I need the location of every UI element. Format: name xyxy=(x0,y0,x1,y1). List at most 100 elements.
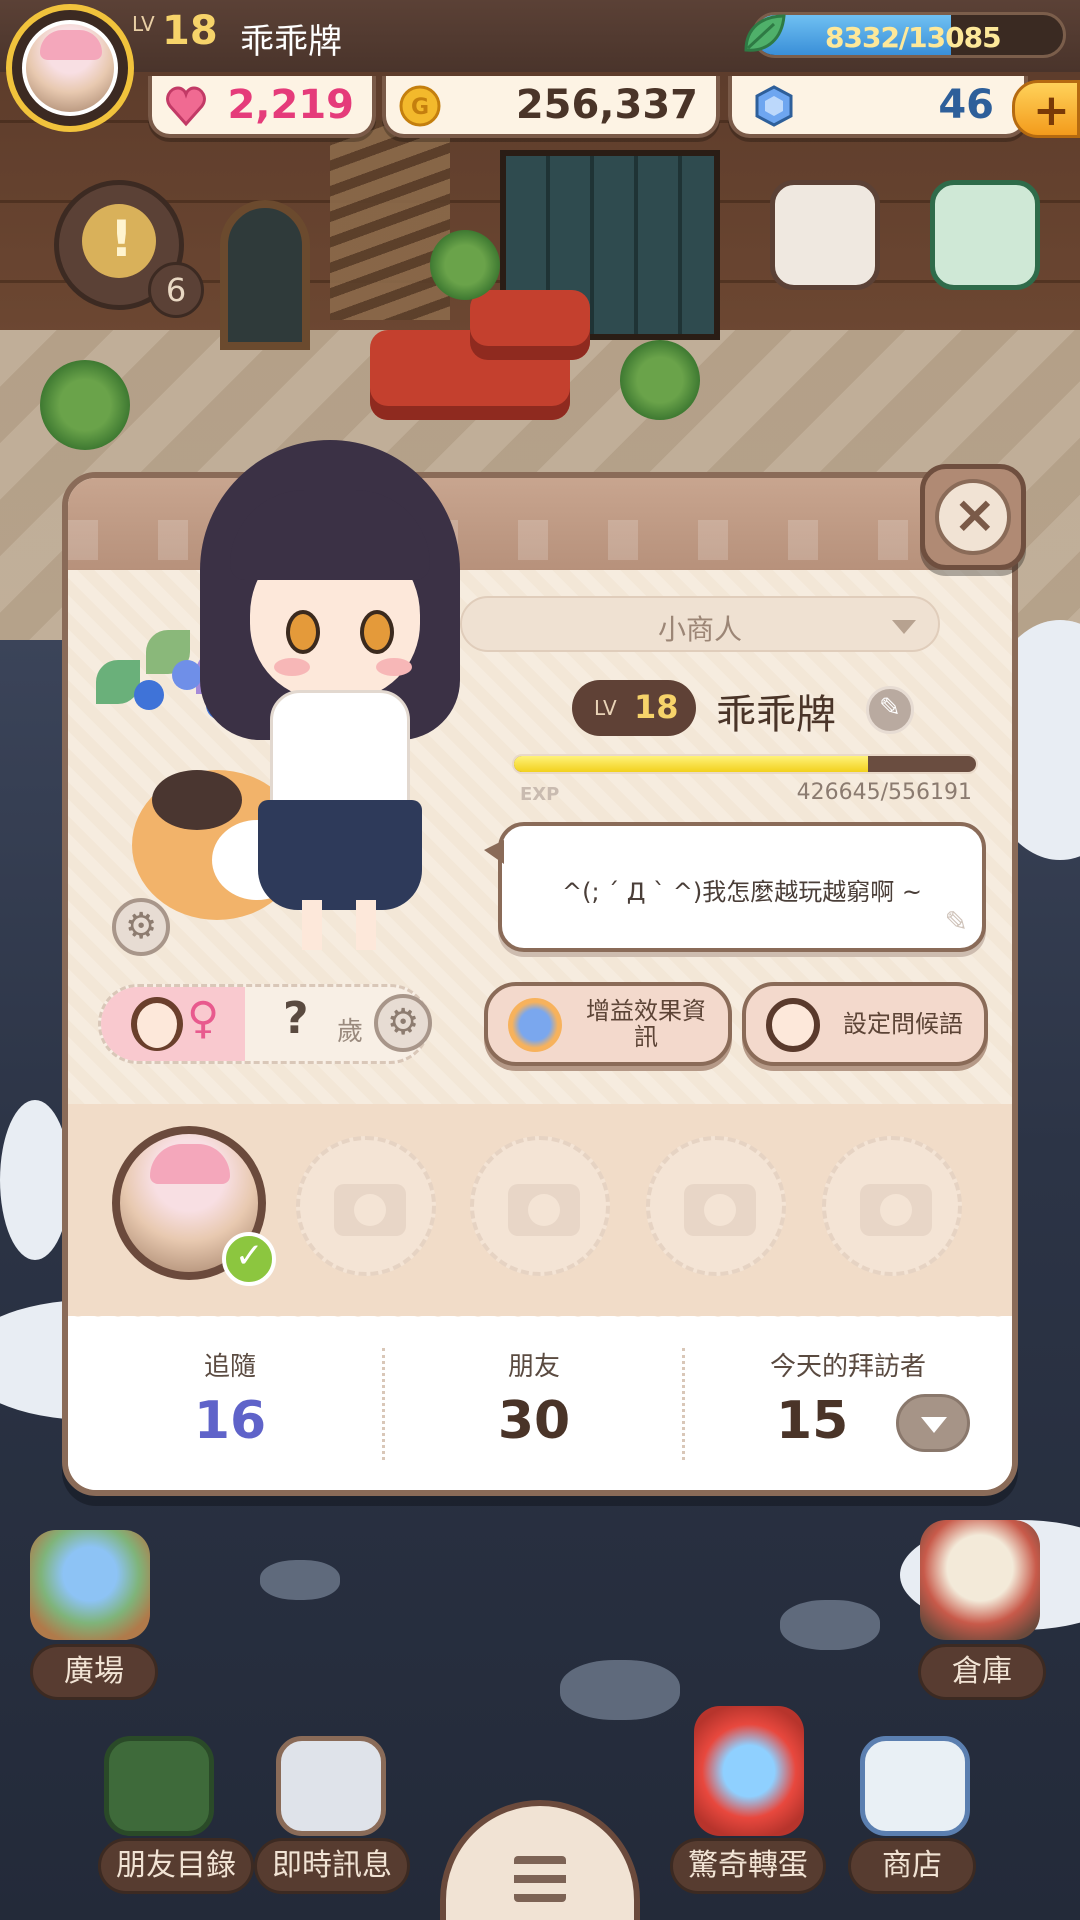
energy-bar[interactable]: 8332/13085 xyxy=(752,12,1066,58)
player-avatar-button[interactable] xyxy=(6,4,134,132)
plant xyxy=(620,340,700,420)
svg-text:G: G xyxy=(411,95,429,120)
title-dropdown[interactable]: 小商人 xyxy=(460,596,940,652)
rock xyxy=(260,1560,340,1600)
greeting-bubble[interactable]: ^(; ´ Д ` ^)我怎麼越玩越窮啊 ~ ✎ xyxy=(484,822,986,952)
rock xyxy=(780,1600,880,1650)
nav-warehouse[interactable]: 倉庫 xyxy=(918,1644,1046,1700)
greeting-text: ^(; ´ Д ` ^)我怎麼越玩越窮啊 ~ xyxy=(561,878,923,906)
age-value: ? xyxy=(283,993,309,1044)
visitors-label: 今天的拜訪者 xyxy=(769,1352,926,1382)
room-stairs xyxy=(330,120,450,320)
top-player-name: 乖乖牌 xyxy=(240,22,342,62)
plant xyxy=(430,230,500,300)
quest-count-badge: 6 xyxy=(148,262,204,318)
leaf-icon xyxy=(744,14,786,52)
set-greeting-button[interactable]: 設定問候語 xyxy=(742,982,988,1066)
check-icon: ✓ xyxy=(222,1232,276,1286)
character-settings-button[interactable]: ⚙ xyxy=(112,898,170,956)
top-level-value: 18 xyxy=(162,8,218,54)
message-card-icon[interactable] xyxy=(276,1736,386,1836)
wave-icon xyxy=(766,998,820,1052)
nav-gacha[interactable]: 驚奇轉蛋 xyxy=(670,1838,826,1894)
age-unit: 歲 xyxy=(337,1017,364,1047)
gear-icon: ⚙ xyxy=(125,906,158,947)
exp-bar xyxy=(512,754,978,774)
snow-drift xyxy=(0,1100,70,1260)
exclamation-icon: ! xyxy=(110,210,133,268)
plaza-tree-icon[interactable] xyxy=(30,1530,150,1640)
divider xyxy=(382,1348,385,1460)
divider xyxy=(682,1348,685,1460)
level-badge: LV 18 xyxy=(572,680,696,736)
buff-info-button[interactable]: 增益效果資訊 xyxy=(484,982,732,1066)
nav-friends-list[interactable]: 朋友目錄 xyxy=(98,1838,254,1894)
level-value: 18 xyxy=(634,688,679,726)
exp-value: 426645/556191 xyxy=(796,780,972,805)
nav-plaza[interactable]: 廣場 xyxy=(30,1644,158,1700)
exp-label: EXP xyxy=(520,784,560,805)
plant xyxy=(40,360,130,450)
exp-fill xyxy=(514,756,869,772)
nav-messages[interactable]: 即時訊息 xyxy=(254,1838,410,1894)
following-stat[interactable]: 追隨 16 xyxy=(130,1346,330,1451)
camera-plus-icon xyxy=(508,1184,580,1236)
nav-shop[interactable]: 商店 xyxy=(848,1838,976,1894)
level-label: LV xyxy=(594,696,617,720)
add-photo-slot[interactable] xyxy=(470,1136,610,1276)
gems-counter[interactable]: 46 xyxy=(728,76,1028,138)
buff-info-label: 增益效果資訊 xyxy=(586,996,706,1051)
set-greeting-label: 設定問候語 xyxy=(843,1009,963,1038)
storage-mode-icon[interactable] xyxy=(930,180,1040,290)
coins-value: 256,337 xyxy=(515,82,698,128)
hearts-value: 2,219 xyxy=(227,82,354,128)
camera-plus-icon xyxy=(684,1184,756,1236)
girl-icon xyxy=(131,997,183,1051)
player-name: 乖乖牌 xyxy=(716,692,836,738)
room-door xyxy=(220,200,310,350)
avatar xyxy=(22,20,118,116)
gem-icon xyxy=(755,85,793,127)
friends-label: 朋友 xyxy=(507,1352,560,1382)
top-level-label: LV xyxy=(132,12,155,36)
player-character xyxy=(190,440,480,960)
camera-plus-icon xyxy=(334,1184,406,1236)
add-photo-slot[interactable] xyxy=(296,1136,436,1276)
chevron-down-icon xyxy=(892,620,916,634)
pencil-icon: ✎ xyxy=(879,693,901,723)
energy-value: 8332/13085 xyxy=(825,21,1002,54)
buff-icon xyxy=(508,998,562,1052)
visitors-expand-button[interactable] xyxy=(896,1394,970,1452)
menu-icon xyxy=(514,1856,566,1902)
chevron-down-icon xyxy=(921,1417,947,1433)
rock xyxy=(560,1660,680,1720)
coin-icon: G xyxy=(399,85,441,127)
following-value: 16 xyxy=(193,1391,267,1451)
camera-plus-icon xyxy=(860,1184,932,1236)
heart-icon xyxy=(166,86,206,127)
add-photo-slot[interactable] xyxy=(822,1136,962,1276)
lightbulb-icon: ! xyxy=(82,204,156,278)
furniture-mode-icon[interactable] xyxy=(770,180,880,290)
gems-value: 46 xyxy=(938,82,994,128)
hearts-counter[interactable]: 2,219 xyxy=(148,76,376,138)
gear-icon: ⚙ xyxy=(387,1002,420,1043)
shop-icon[interactable] xyxy=(860,1736,970,1836)
warehouse-icon[interactable] xyxy=(920,1520,1040,1640)
pencil-icon: ✎ xyxy=(944,905,968,938)
quest-button[interactable]: ! 6 xyxy=(54,180,204,330)
sofa-back xyxy=(470,290,590,360)
gender-age-settings-button[interactable]: ⚙ xyxy=(374,994,432,1052)
female-symbol-icon: ♀ xyxy=(187,993,220,1044)
close-icon: × xyxy=(953,485,997,545)
player-title: 小商人 xyxy=(657,613,742,646)
plus-icon: + xyxy=(1033,85,1070,136)
coins-counter[interactable]: G 256,337 xyxy=(382,76,720,138)
close-button[interactable]: × xyxy=(920,464,1026,570)
gacha-machine-icon[interactable] xyxy=(694,1706,804,1836)
edit-name-button[interactable]: ✎ xyxy=(866,686,914,734)
buy-gems-button[interactable]: + xyxy=(1012,80,1080,138)
friends-book-icon[interactable] xyxy=(104,1736,214,1836)
add-photo-slot[interactable] xyxy=(646,1136,786,1276)
friends-stat[interactable]: 朋友 30 xyxy=(434,1346,634,1451)
